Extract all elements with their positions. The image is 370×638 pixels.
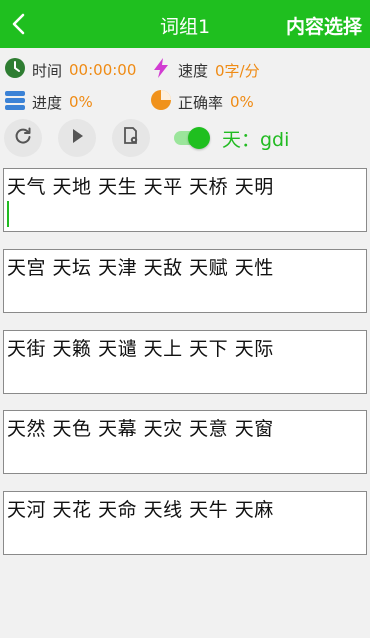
progress-label: 进度 — [32, 93, 63, 112]
speed-value: 0字/分 — [215, 61, 260, 80]
progress-icon — [4, 89, 26, 115]
accuracy-label: 正确率 — [178, 93, 224, 112]
play-icon — [68, 127, 86, 149]
pie-chart-icon — [150, 89, 172, 115]
settings-doc-button[interactable] — [112, 119, 150, 157]
word-group-3[interactable]: 天街 天籁 天谴 天上 天下 天际 — [3, 330, 367, 394]
group-words: 天气 天地 天生 天平 天桥 天明 — [7, 176, 274, 198]
word-group-2[interactable]: 天宫 天坛 天津 天敌 天赋 天性 — [3, 249, 367, 313]
speed-label: 速度 — [178, 61, 209, 80]
time-label: 时间 — [32, 61, 63, 80]
word-group-5[interactable]: 天河 天花 天命 天线 天牛 天麻 — [3, 491, 367, 555]
group-words: 天然 天色 天幕 天灾 天意 天窗 — [7, 418, 274, 440]
hint-toggle[interactable] — [170, 126, 210, 150]
lightning-icon — [150, 57, 172, 83]
time-stat: 时间 00:00:00 — [4, 58, 136, 82]
progress-stat: 进度 0% — [4, 90, 93, 114]
group-words: 天河 天花 天命 天线 天牛 天麻 — [7, 499, 274, 521]
keyboard-hint: 天：gdi — [222, 129, 290, 151]
word-group-1[interactable]: 天气 天地 天生 天平 天桥 天明 — [3, 168, 367, 232]
progress-value: 0% — [69, 93, 93, 111]
group-words: 天街 天籁 天谴 天上 天下 天际 — [7, 338, 274, 360]
restart-button[interactable] — [4, 119, 42, 157]
word-group-4[interactable]: 天然 天色 天幕 天灾 天意 天窗 — [3, 410, 367, 474]
group-words: 天宫 天坛 天津 天敌 天赋 天性 — [7, 257, 274, 279]
clock-icon — [4, 57, 26, 83]
content-select-button[interactable]: 内容选择 — [286, 12, 362, 39]
document-settings-icon — [121, 126, 141, 150]
text-cursor — [7, 201, 9, 227]
play-button[interactable] — [58, 119, 96, 157]
time-value: 00:00:00 — [69, 61, 137, 79]
accuracy-value: 0% — [230, 93, 254, 111]
accuracy-stat: 正确率 0% — [150, 90, 254, 114]
speed-stat: 速度 0字/分 — [150, 58, 260, 82]
top-bar: 词组1 内容选择 — [0, 0, 370, 48]
refresh-icon — [13, 126, 33, 150]
toggle-knob — [188, 127, 210, 149]
